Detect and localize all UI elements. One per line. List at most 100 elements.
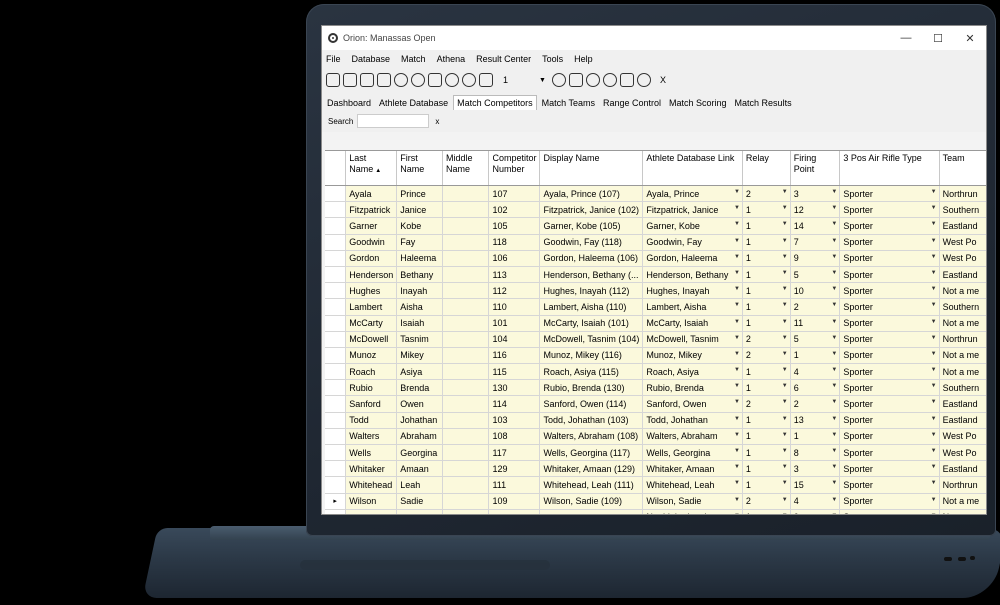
settings-document-icon[interactable] <box>377 73 391 87</box>
cell-first-name[interactable]: Haleema <box>396 250 444 267</box>
cell-athlete-link[interactable]: Ayala, Prince ▼ <box>642 185 743 203</box>
cell-rifle-type[interactable]: Sporter▼ <box>839 185 940 203</box>
cell-relay[interactable]: 1▼ <box>742 266 791 284</box>
cell-relay[interactable]: 1▼ <box>742 509 791 514</box>
table-row[interactable]: Garner Kobe 105 Garner, Kobe (105) Garner, K… <box>325 217 986 235</box>
dropdown-arrow-icon[interactable]: ▼ <box>831 254 837 260</box>
cell-last-name[interactable]: Whitaker <box>345 460 398 478</box>
cell-firing-point[interactable]: 6 ▼ <box>790 379 841 397</box>
cell-competitor-number[interactable]: 106 <box>488 250 541 267</box>
cell-first-name[interactable]: Kobe <box>396 217 444 235</box>
new-document-icon[interactable] <box>343 73 357 87</box>
dropdown-arrow-icon[interactable]: ▼ <box>931 513 937 514</box>
cell-middle-name[interactable] <box>442 509 490 514</box>
cell-display-name[interactable]: Wells, Georgina (117) <box>539 444 644 462</box>
cell-rifle-type[interactable]: Sporter▼ <box>839 234 940 251</box>
cell-athlete-link[interactable]: Wells, Georgina ▼ <box>642 444 743 462</box>
row-header[interactable] <box>325 347 347 365</box>
maximize-button[interactable]: ☐ <box>922 32 954 45</box>
cell-display-name[interactable]: Henderson, Bethany (... <box>539 266 644 284</box>
cell-display-name[interactable]: Rubio, Brenda (130) <box>539 379 644 397</box>
cell-firing-point[interactable]: 1 ▼ <box>790 347 841 365</box>
cell-team[interactable]: Eastland <box>939 395 986 413</box>
cell-relay[interactable]: 1▼ <box>742 428 791 446</box>
dropdown-arrow-icon[interactable]: ▼ <box>734 319 740 325</box>
cell-display-name[interactable]: Whitehead, Leah (111) <box>539 476 644 494</box>
dropdown-arrow-icon[interactable]: ▼ <box>931 319 937 325</box>
dropdown-arrow-icon[interactable]: ▼ <box>931 367 937 373</box>
dropdown-arrow-icon[interactable]: ▼ <box>931 221 937 227</box>
tab-match-scoring[interactable]: Match Scoring <box>666 96 730 110</box>
cell-team[interactable]: Not a me <box>939 509 986 514</box>
cell-team[interactable]: West Po <box>939 250 986 267</box>
dropdown-arrow-icon[interactable]: ▼ <box>734 221 740 227</box>
cell-rifle-type[interactable]: Sporter▼ <box>839 395 940 413</box>
column-header-first-name[interactable]: First Name <box>396 151 444 186</box>
row-header[interactable] <box>325 331 347 348</box>
dropdown-arrow-icon[interactable]: ▼ <box>931 351 937 357</box>
cell-team[interactable]: Southern <box>939 298 986 316</box>
cell-display-name[interactable]: Hughes, Inayah (112) <box>539 282 644 300</box>
row-header[interactable] <box>325 298 347 316</box>
cell-rifle-type[interactable]: Sporter▼ <box>839 347 940 365</box>
table-row[interactable]: Todd Johathan 103 Todd, Johathan (103) Todd,… <box>325 412 986 429</box>
menu-database[interactable]: Database <box>352 54 391 64</box>
cell-last-name[interactable]: Munoz <box>345 347 398 365</box>
cell-last-name[interactable]: Lambert <box>345 298 398 316</box>
cell-middle-name[interactable] <box>442 217 490 235</box>
dropdown-arrow-icon[interactable]: ▼ <box>931 189 937 195</box>
dropdown-arrow-icon[interactable]: ▼ <box>931 286 937 292</box>
play-icon[interactable] <box>394 73 408 87</box>
cell-display-name[interactable]: Fitzpatrick, Janice (102) <box>539 201 644 219</box>
dropdown-arrow-icon[interactable]: ▼ <box>831 270 837 276</box>
dropdown-arrow-icon[interactable]: ▼ <box>782 351 788 357</box>
dropdown-arrow-icon[interactable]: ▼ <box>931 270 937 276</box>
cell-last-name[interactable]: Whitehead <box>345 476 398 494</box>
cell-display-name[interactable] <box>539 509 644 514</box>
dropdown-arrow-icon[interactable]: ▼ <box>931 383 937 389</box>
cell-competitor-number[interactable]: 112 <box>488 282 541 300</box>
tab-athlete-database[interactable]: Athlete Database <box>376 96 451 110</box>
tab-dashboard[interactable]: Dashboard <box>324 96 374 110</box>
dropdown-arrow-icon[interactable]: ▼ <box>782 497 788 503</box>
cell-middle-name[interactable] <box>442 185 490 203</box>
dropdown-arrow-icon[interactable]: ▼ <box>782 205 788 211</box>
report-icon[interactable] <box>360 73 374 87</box>
cell-middle-name[interactable] <box>442 363 490 381</box>
column-header-display-name[interactable]: Display Name <box>539 151 644 186</box>
dropdown-arrow-icon[interactable]: ▼ <box>734 383 740 389</box>
cell-competitor-number[interactable]: 111 <box>488 476 541 494</box>
cell-relay[interactable]: 1▼ <box>742 315 791 332</box>
cell-firing-point[interactable]: 1 ▼ <box>790 428 841 446</box>
column-header-relay[interactable]: Relay <box>742 151 791 186</box>
team-icon[interactable] <box>428 73 442 87</box>
cell-relay[interactable]: 1▼ <box>742 201 791 219</box>
dropdown-arrow-icon[interactable]: ▼ <box>831 302 837 308</box>
row-header[interactable] <box>325 444 347 462</box>
cell-first-name[interactable]: Johathan <box>396 412 444 429</box>
cell-display-name[interactable]: Whitaker, Amaan (129) <box>539 460 644 478</box>
table-row[interactable]: ▸ Wilson Sadie 109 Wilson, Sadie (109) Wilson… <box>325 493 986 510</box>
cell-relay[interactable]: 1▼ <box>742 460 791 478</box>
dropdown-arrow-icon[interactable]: ▼ <box>782 367 788 373</box>
menu-tools[interactable]: Tools <box>542 54 563 64</box>
relay-input[interactable]: 1 <box>500 73 537 87</box>
cell-team[interactable]: Eastland <box>939 266 986 284</box>
dropdown-arrow-icon[interactable]: ▼ <box>831 205 837 211</box>
cell-relay[interactable]: 1▼ <box>742 217 791 235</box>
cell-athlete-link[interactable]: Fitzpatrick, Janice ▼ <box>642 201 743 219</box>
cell-first-name[interactable]: Amaan <box>396 460 444 478</box>
cell-last-name[interactable]: Goodwin <box>345 234 398 251</box>
cell-athlete-link[interactable]: Whitaker, Amaan ▼ <box>642 460 743 478</box>
table-row[interactable]: Goodwin Fay 118 Goodwin, Fay (118) Goodwin, … <box>325 234 986 251</box>
cell-athlete-link[interactable]: Garner, Kobe ▼ <box>642 217 743 235</box>
dropdown-arrow-icon[interactable]: ▼ <box>931 497 937 503</box>
cell-team[interactable]: Not a me <box>939 315 986 332</box>
row-header[interactable] <box>325 185 347 203</box>
cell-rifle-type[interactable]: Sporter▼ <box>839 250 940 267</box>
column-header-athlete-link[interactable]: Athlete Database Link <box>642 151 743 186</box>
cell-competitor-number[interactable]: 130 <box>488 379 541 397</box>
cell-middle-name[interactable] <box>442 282 490 300</box>
cell-rifle-type[interactable]: Sporter▼ <box>839 476 940 494</box>
cell-first-name[interactable]: Leah <box>396 476 444 494</box>
